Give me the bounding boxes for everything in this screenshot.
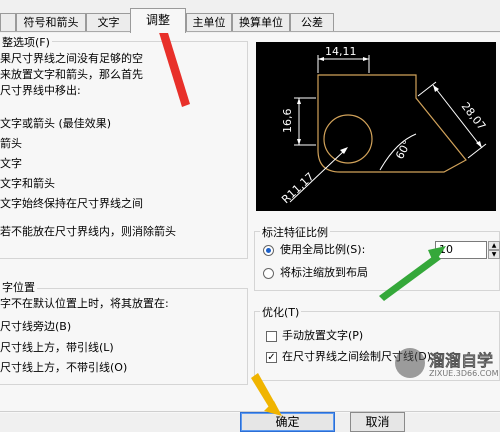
cancel-button[interactable]: 取消 bbox=[350, 412, 405, 432]
tab-tolerances[interactable]: 公差 bbox=[290, 13, 334, 31]
use-overall-scale-radio[interactable] bbox=[263, 245, 274, 256]
ok-button[interactable]: 确定 bbox=[240, 412, 335, 432]
tab-symbols-arrows[interactable]: 符号和箭头 bbox=[16, 13, 86, 31]
watermark-brand: 溜溜自学 bbox=[429, 351, 494, 370]
part-outline bbox=[317, 74, 467, 173]
dimension-preview: 14,11 16,6 28,07 60° R11,17 bbox=[256, 42, 496, 211]
watermark: 溜溜自学 ZIXUE.3D66.COM bbox=[395, 344, 499, 394]
watermark-logo-icon bbox=[395, 348, 425, 378]
fit-description-line-2: 来放置文字和箭头，那么首先 bbox=[0, 68, 143, 81]
scale-to-layout-label[interactable]: 将标注缩放到布局 bbox=[280, 266, 368, 280]
tab-alternate-units[interactable]: 换算单位 bbox=[232, 13, 290, 31]
fit-option-text[interactable]: 文字 bbox=[0, 157, 22, 171]
fit-option-arrows[interactable]: 箭头 bbox=[0, 137, 22, 151]
dim-radius: R11,17 bbox=[279, 170, 316, 206]
scale-features-title: 标注特征比例 bbox=[260, 224, 330, 240]
preview-drawing: 14,11 16,6 28,07 60° R11,17 bbox=[279, 45, 489, 206]
tab-bar: 符号和箭头 文字 调整 主单位 换算单位 公差 bbox=[0, 0, 500, 33]
fine-tuning-title: 优化(T) bbox=[260, 304, 302, 320]
scale-to-layout-radio[interactable] bbox=[263, 268, 274, 279]
place-text-manually-label[interactable]: 手动放置文字(P) bbox=[282, 329, 363, 343]
draw-dim-line-checkbox[interactable]: ✓ bbox=[266, 352, 277, 363]
tab-text[interactable]: 文字 bbox=[86, 13, 131, 31]
spin-down-icon[interactable]: ▼ bbox=[488, 250, 500, 259]
place-text-manually-checkbox[interactable] bbox=[266, 331, 277, 342]
overall-scale-input[interactable]: 10 bbox=[435, 241, 487, 259]
dim-top: 14,11 bbox=[325, 45, 357, 58]
fit-option-text-or-arrows[interactable]: 文字或箭头 (最佳效果) bbox=[0, 117, 111, 131]
tab-primary-units[interactable]: 主单位 bbox=[186, 13, 232, 31]
hole-circle bbox=[323, 114, 373, 164]
tab-partial-left[interactable] bbox=[0, 13, 16, 31]
watermark-url: ZIXUE.3D66.COM bbox=[429, 369, 499, 378]
fit-description-line-1: 果尺寸界线之间没有足够的空 bbox=[0, 52, 143, 65]
tab-fit[interactable]: 调整 bbox=[130, 8, 186, 33]
fit-option-always-keep-text[interactable]: 文字始终保持在尺寸界线之间 bbox=[0, 197, 143, 211]
fit-options-title: 整选项(F) bbox=[0, 34, 52, 50]
placement-over-without-leader[interactable]: 尺寸线上方，不带引线(O) bbox=[0, 361, 127, 375]
text-placement-description: 字不在默认位置上时，将其放置在: bbox=[0, 297, 169, 310]
placement-over-with-leader[interactable]: 尺寸线上方，带引线(L) bbox=[0, 341, 114, 355]
fit-option-text-and-arrows[interactable]: 文字和箭头 bbox=[0, 177, 55, 191]
fit-description-line-3: 尺寸界线中移出: bbox=[0, 84, 81, 97]
dim-aligned: 28,07 bbox=[459, 100, 489, 133]
text-placement-title: 字位置 bbox=[0, 279, 37, 295]
dim-angle: 60° bbox=[393, 138, 414, 161]
tab-divider bbox=[0, 31, 500, 32]
overall-scale-spinner[interactable]: ▲ ▼ bbox=[488, 241, 500, 259]
spin-up-icon[interactable]: ▲ bbox=[488, 241, 500, 250]
dim-left: 16,6 bbox=[281, 109, 294, 134]
use-overall-scale-label[interactable]: 使用全局比例(S): bbox=[280, 243, 365, 257]
suppress-arrows-checkbox-label[interactable]: 若不能放在尺寸界线内，则消除箭头 bbox=[0, 225, 176, 239]
scale-features-group bbox=[254, 231, 500, 291]
placement-beside-dim-line[interactable]: 尺寸线旁边(B) bbox=[0, 320, 71, 334]
